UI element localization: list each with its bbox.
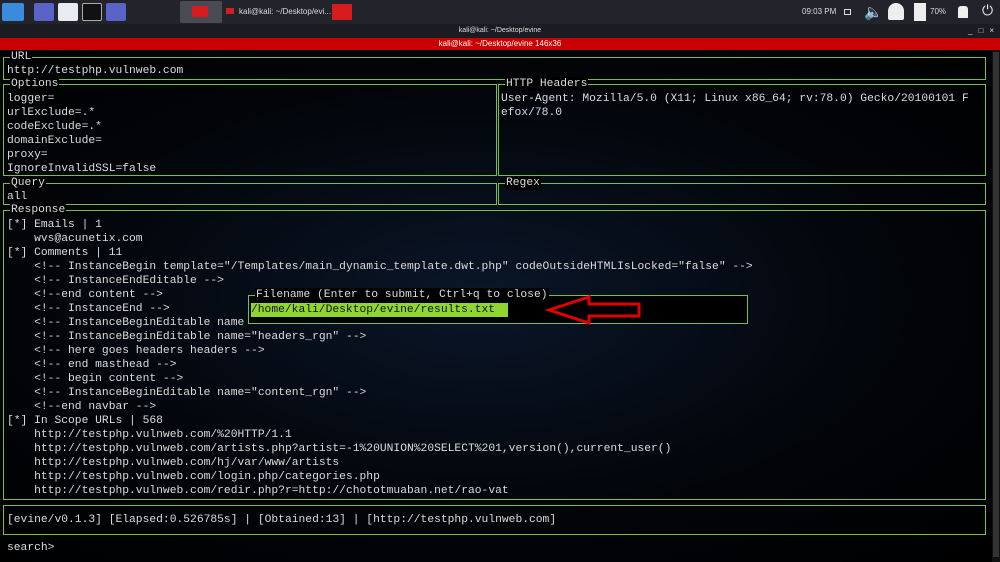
status-panel: [evine/v0.1.3] [Elapsed:0.526785s] | [Ob…: [3, 505, 986, 535]
response-item: http://testphp.vulnweb.com/%20HTTP/1.1: [7, 429, 292, 441]
screen-recorder-icon[interactable]: [106, 3, 126, 21]
clock[interactable]: 09:03 PM: [802, 0, 836, 24]
headers-label: HTTP Headers: [505, 77, 589, 91]
response-item: <!-- begin content -->: [7, 373, 184, 385]
battery-percent: 70%: [930, 7, 947, 16]
response-item: <!--end navbar -->: [7, 401, 157, 413]
response-item: <!-- InstanceBeginEditable name="content…: [7, 387, 367, 399]
maximize-button[interactable]: □: [978, 26, 983, 35]
response-section-header: [*] Comments | 11: [7, 247, 123, 259]
workspace-icon[interactable]: [34, 3, 54, 21]
query-panel: Query all: [3, 176, 497, 205]
options-panel: Options logger= urlExclude=.* codeExclud…: [3, 77, 497, 176]
option-url-exclude[interactable]: urlExclude=.*: [7, 106, 95, 120]
response-item: <!--end content -->: [7, 289, 163, 301]
search-prompt[interactable]: search>: [7, 541, 54, 555]
url-label: URL: [10, 50, 33, 64]
response-item: <!-- InstanceEnd -->: [7, 303, 170, 315]
window-task-title: kali@kali: ~/Desktop/evi...: [239, 7, 331, 16]
filename-input[interactable]: /home/kali/Desktop/evine/results.txt: [251, 303, 508, 317]
scrollbar[interactable]: [992, 50, 1000, 562]
response-item: http://testphp.vulnweb.com/login.php/cat…: [7, 471, 380, 483]
response-item: http://testphp.vulnweb.com/hj/var/www/ar…: [7, 457, 340, 469]
display-icon[interactable]: [844, 9, 851, 15]
window-title: kali@kali: ~/Desktop/evine: [0, 24, 1000, 38]
response-item: <!-- InstanceBeginEditable name: [7, 317, 245, 329]
response-section-header: [*] Emails | 1: [7, 219, 102, 231]
response-item: <!-- InstanceEndEditable -->: [7, 275, 224, 287]
volume-icon[interactable]: 🔈: [864, 3, 883, 21]
headers-panel: HTTP Headers User-Agent: Mozilla/5.0 (X1…: [498, 77, 986, 176]
terminal-tab-title: kali@kali: ~/Desktop/evine 146x36: [0, 38, 1000, 50]
query-input[interactable]: all: [7, 190, 27, 204]
filename-dialog: Filename (Enter to submit, Ctrl+q to clo…: [248, 288, 748, 324]
response-label: Response: [10, 203, 67, 217]
terminal-task-icon[interactable]: [332, 4, 352, 20]
terminal-task-button[interactable]: [180, 1, 222, 23]
header-line[interactable]: User-Agent: Mozilla/5.0 (X11; Linux x86_…: [501, 92, 969, 106]
regex-panel: Regex: [498, 176, 986, 205]
window-task-button[interactable]: kali@kali: ~/Desktop/evi...: [226, 0, 331, 24]
option-ignore-ssl[interactable]: IgnoreInvalidSSL=false: [7, 162, 156, 176]
close-button[interactable]: ×: [989, 26, 994, 35]
terminal-small-icon: [226, 8, 234, 14]
options-label: Options: [10, 77, 60, 91]
regex-label: Regex: [505, 176, 541, 190]
lock-icon[interactable]: [958, 6, 968, 18]
response-item: http://testphp.vulnweb.com/redir.php?r=h…: [7, 485, 509, 497]
filename-label: Filename (Enter to submit, Ctrl+q to clo…: [255, 288, 549, 302]
option-logger[interactable]: logger=: [7, 92, 54, 106]
response-item: <!-- end masthead -->: [7, 359, 177, 371]
response-item: <!-- InstanceBeginEditable name="headers…: [7, 331, 367, 343]
response-section-header: [*] In Scope URLs | 568: [7, 415, 163, 427]
url-panel: URL http://testphp.vulnweb.com: [3, 50, 986, 80]
response-item: http://testphp.vulnweb.com/artists.php?a…: [7, 443, 672, 455]
query-label: Query: [10, 176, 46, 190]
header-line[interactable]: efox/78.0: [501, 106, 562, 120]
option-domain-exclude[interactable]: domainExclude=: [7, 134, 102, 148]
option-proxy[interactable]: proxy=: [7, 148, 48, 162]
minimize-button[interactable]: _: [968, 26, 972, 35]
bell-icon[interactable]: [888, 3, 904, 20]
red-arrow-annotation: [545, 294, 641, 326]
kali-logo-icon[interactable]: [2, 3, 24, 21]
window-controls: _ □ ×: [968, 24, 994, 38]
logout-icon[interactable]: ⏻: [982, 2, 993, 19]
response-panel: Response [*] Emails | 1 wvs@acunetix.com…: [3, 203, 986, 500]
response-item: <!-- InstanceBegin template="/Templates/…: [7, 261, 753, 273]
option-code-exclude[interactable]: codeExclude=.*: [7, 120, 102, 134]
url-input[interactable]: http://testphp.vulnweb.com: [7, 64, 183, 78]
terminal-icon[interactable]: [82, 3, 102, 21]
response-item: wvs@acunetix.com: [7, 233, 143, 245]
battery-icon[interactable]: [914, 3, 926, 21]
status-line: [evine/v0.1.3] [Elapsed:0.526785s] | [Ob…: [7, 514, 557, 526]
response-item: <!-- here goes headers headers -->: [7, 345, 265, 357]
folder-icon[interactable]: [58, 3, 78, 21]
taskbar: kali@kali: ~/Desktop/evi... 09:03 PM 🔈 7…: [0, 0, 1000, 24]
